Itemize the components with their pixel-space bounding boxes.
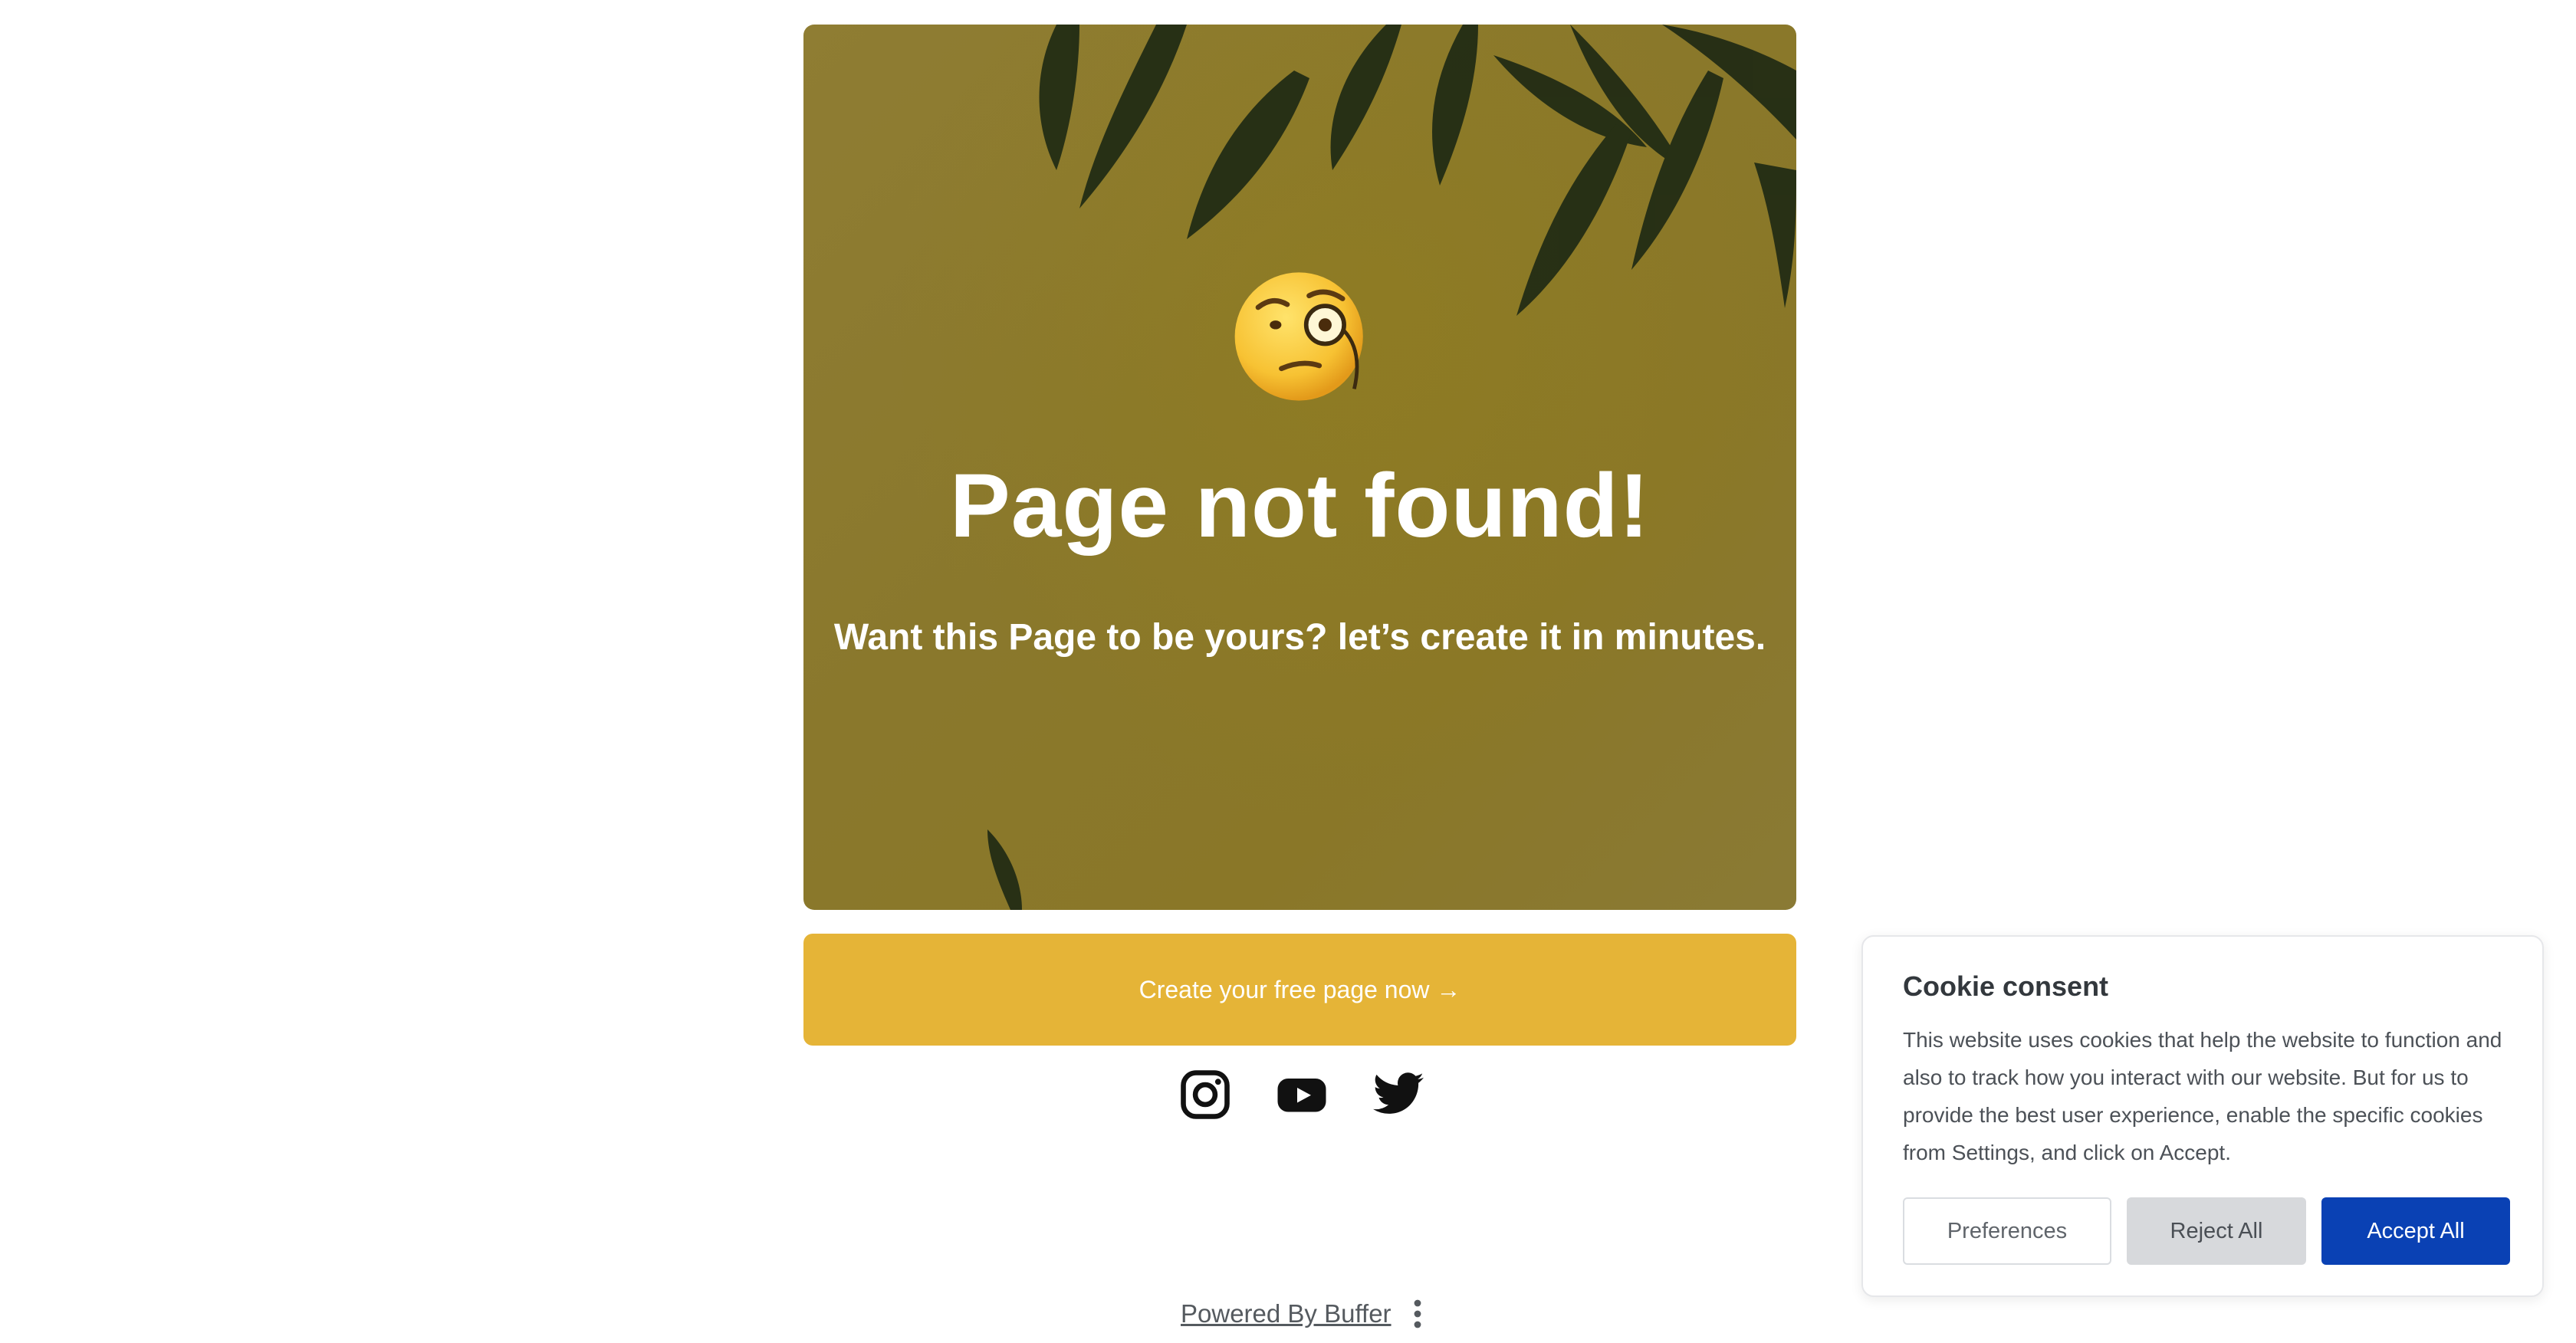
powered-by-buffer-link[interactable]: Powered By Buffer — [1181, 1299, 1392, 1328]
instagram-icon[interactable] — [1178, 1067, 1233, 1122]
cookie-consent-title: Cookie consent — [1903, 970, 2109, 1002]
monocle-face-emoji-icon — [1234, 272, 1363, 401]
social-links — [1178, 1067, 1426, 1122]
cookie-consent-dialog: Cookie consent This website uses cookies… — [1861, 935, 2544, 1297]
page-subtitle: Want this Page to be yours? let’s create… — [833, 617, 1766, 658]
create-page-button[interactable]: Create your free page now → — [803, 934, 1796, 1046]
page: Page not found! Want this Page to be you… — [0, 0, 2576, 1343]
footer: Powered By Buffer — [1181, 1299, 1424, 1329]
youtube-icon[interactable] — [1274, 1067, 1329, 1122]
preferences-button[interactable]: Preferences — [1903, 1197, 2111, 1265]
page-title: Page not found! — [950, 455, 1650, 557]
twitter-icon[interactable] — [1371, 1067, 1426, 1122]
reject-all-button[interactable]: Reject All — [2127, 1197, 2306, 1265]
hero-banner: Page not found! Want this Page to be you… — [803, 25, 1796, 910]
accept-all-button[interactable]: Accept All — [2321, 1197, 2510, 1265]
cookie-consent-body: This website uses cookies that help the … — [1903, 1028, 2502, 1164]
kebab-menu-icon[interactable] — [1411, 1299, 1424, 1329]
